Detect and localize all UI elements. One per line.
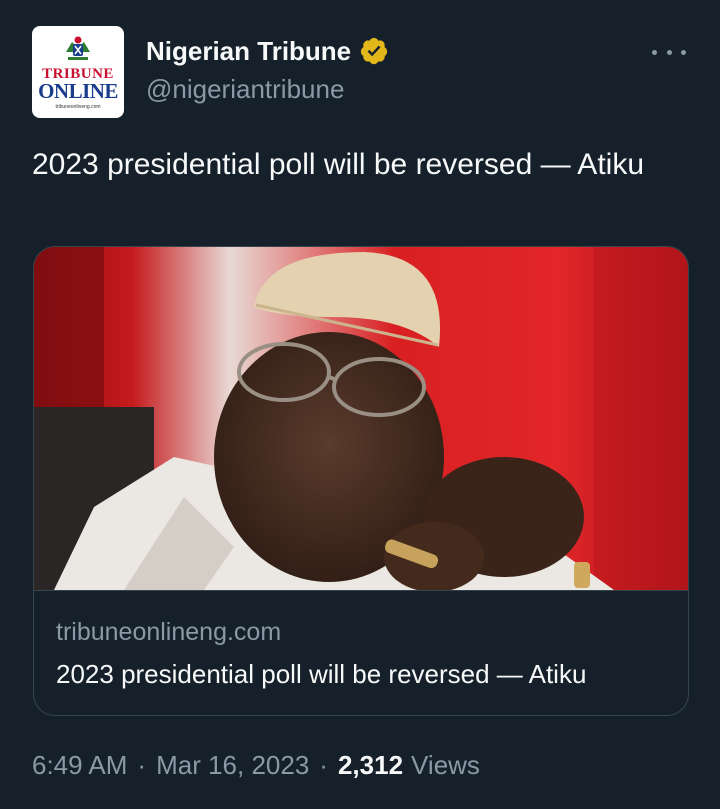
coat-of-arms-icon: [66, 36, 90, 60]
meta-separator: ·: [137, 750, 147, 780]
dot: [681, 49, 686, 55]
author-handle[interactable]: @nigeriantribune: [146, 74, 344, 105]
more-options-icon[interactable]: [652, 40, 686, 64]
link-card[interactable]: tribuneonlineng.com 2023 presidential po…: [33, 246, 689, 716]
tweet-text: 2023 presidential poll will be reversed …: [32, 148, 644, 181]
author-display-name[interactable]: Nigerian Tribune: [146, 36, 351, 67]
tweet-date[interactable]: Mar 16, 2023: [156, 750, 309, 781]
avatar-logo-line3: tribuneonlineng.com: [55, 104, 101, 110]
dot: [666, 49, 672, 55]
views-count[interactable]: 2,312: [338, 750, 403, 781]
author-name-row: Nigerian Tribune: [146, 34, 389, 68]
meta-separator: ·: [319, 750, 328, 780]
avatar-logo-line2: ONLINE: [38, 79, 118, 103]
verified-badge-icon[interactable]: [359, 36, 389, 66]
author-avatar[interactable]: TRIBUNE ONLINE tribuneonlineng.com: [32, 26, 124, 118]
dot: [652, 49, 657, 55]
card-domain: tribuneonlineng.com: [56, 618, 282, 646]
tweet: TRIBUNE ONLINE tribuneonlineng.com Niger…: [0, 0, 720, 809]
views-label: Views: [411, 750, 480, 780]
card-image[interactable]: [34, 247, 688, 590]
tweet-time[interactable]: 6:49 AM: [32, 750, 127, 781]
card-divider: [34, 590, 688, 591]
tweet-meta: 6:49 AM · Mar 16, 2023 · 2,312 Views: [32, 750, 480, 781]
card-title[interactable]: 2023 presidential poll will be reversed …: [56, 659, 586, 690]
